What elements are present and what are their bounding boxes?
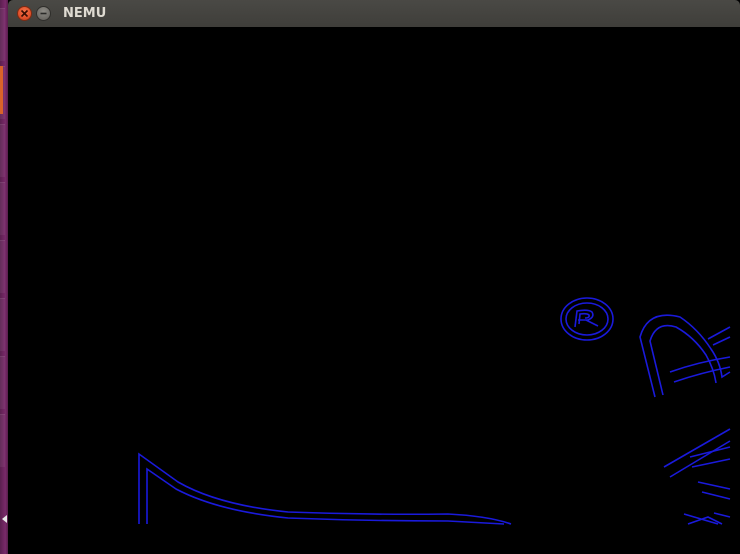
triangle-left-icon (2, 515, 7, 523)
window-title: NEMU (63, 6, 107, 21)
desktop: NEMU (0, 0, 740, 554)
letter-a-outline (663, 428, 731, 500)
launcher-tile[interactable] (0, 298, 5, 351)
letter-r-outline (639, 314, 731, 398)
minimize-icon (40, 12, 47, 15)
launcher-tile[interactable] (0, 8, 5, 61)
launcher-tile[interactable] (0, 124, 5, 177)
close-button[interactable] (17, 6, 32, 21)
close-icon (20, 9, 29, 18)
emulator-display[interactable] (8, 27, 740, 554)
minimize-button[interactable] (36, 6, 51, 21)
launcher-tile[interactable] (0, 182, 5, 235)
vector-logo-drawing (138, 297, 731, 525)
registered-mark-icon (560, 297, 614, 341)
launcher-tile[interactable] (0, 240, 5, 293)
launcher-active-indicator (0, 66, 3, 114)
launcher-tile[interactable] (0, 414, 5, 467)
swoosh-outline (138, 452, 512, 525)
launcher-tile[interactable] (0, 356, 5, 409)
letter-partial-outline (683, 512, 731, 525)
window-titlebar[interactable]: NEMU (8, 0, 740, 27)
nemu-window: NEMU (8, 0, 740, 554)
